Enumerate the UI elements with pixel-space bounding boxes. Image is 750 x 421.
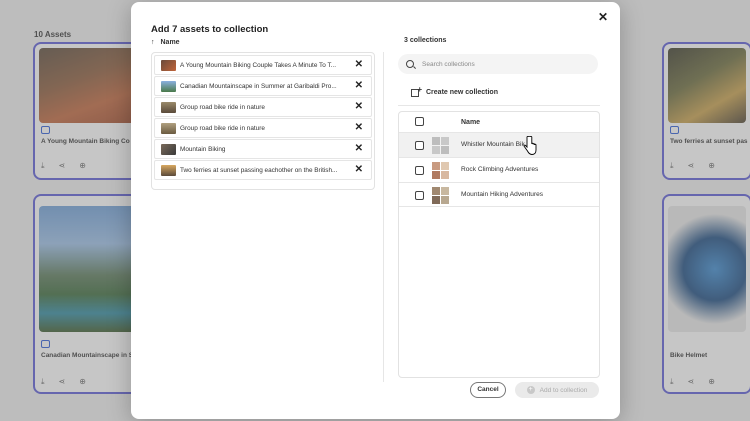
- search-icon: [406, 60, 414, 68]
- dialog-title: Add 7 assets to collection: [151, 24, 269, 35]
- add-to-collection-label: Add to collection: [539, 386, 588, 394]
- search-placeholder: Search collections: [422, 60, 475, 68]
- table-row[interactable]: Whistler Mountain Bik: [399, 132, 599, 157]
- remove-asset-icon[interactable]: ✕: [355, 122, 363, 133]
- select-all-checkbox[interactable]: [415, 117, 424, 126]
- add-to-collection-dialog: Add 7 assets to collection ✕ ↑ Name A You…: [131, 2, 620, 419]
- list-item: Two ferries at sunset passing eachother …: [154, 160, 372, 180]
- collection-name: Mountain Hiking Adventures: [461, 191, 544, 198]
- asset-list-header[interactable]: ↑ Name: [151, 39, 180, 46]
- create-new-collection-button[interactable]: Create new collection: [411, 85, 498, 97]
- add-to-collection-button[interactable]: + Add to collection: [515, 382, 599, 398]
- asset-thumbnail: [161, 59, 176, 71]
- new-collection-icon: [411, 85, 422, 97]
- section-divider: [398, 105, 600, 106]
- asset-name: Canadian Mountainscape in Summer at Gari…: [180, 82, 337, 90]
- remove-asset-icon[interactable]: ✕: [355, 80, 363, 91]
- row-checkbox[interactable]: [415, 191, 424, 200]
- search-collections-input[interactable]: Search collections: [398, 54, 598, 74]
- asset-thumbnail: [161, 101, 176, 113]
- name-column-header[interactable]: Name: [461, 119, 480, 126]
- asset-name: Group road bike ride in nature: [180, 124, 265, 132]
- collection-name: Whistler Mountain Bik: [461, 141, 525, 148]
- remove-asset-icon[interactable]: ✕: [355, 164, 363, 175]
- remove-asset-icon[interactable]: ✕: [355, 143, 363, 154]
- collections-table: Name Whistler Mountain Bik Rock Climbing…: [398, 111, 600, 378]
- collection-thumbnail: [432, 137, 449, 154]
- close-icon[interactable]: ✕: [596, 10, 610, 24]
- asset-thumbnail: [161, 80, 176, 92]
- table-row[interactable]: Mountain Hiking Adventures: [399, 182, 599, 207]
- list-item: Group road bike ride in nature ✕: [154, 97, 372, 117]
- list-item: Group road bike ride in nature ✕: [154, 118, 372, 138]
- row-checkbox[interactable]: [415, 141, 424, 150]
- table-row[interactable]: Rock Climbing Adventures: [399, 157, 599, 182]
- remove-asset-icon[interactable]: ✕: [355, 59, 363, 70]
- list-item: Canadian Mountainscape in Summer at Gari…: [154, 76, 372, 96]
- table-header: Name: [399, 112, 599, 132]
- hand-pointer-icon: [523, 136, 537, 155]
- cancel-button[interactable]: Cancel: [470, 382, 506, 398]
- asset-thumbnail: [161, 143, 176, 155]
- asset-thumbnail: [161, 164, 176, 176]
- remove-asset-icon[interactable]: ✕: [355, 101, 363, 112]
- panel-divider: [383, 52, 384, 382]
- add-circle-icon: +: [526, 386, 535, 394]
- asset-name: Group road bike ride in nature: [180, 103, 265, 111]
- collections-count: 3 collections: [404, 37, 447, 44]
- asset-list-header-label: Name: [160, 39, 180, 46]
- row-checkbox[interactable]: [415, 166, 424, 175]
- list-item: A Young Mountain Biking Couple Takes A M…: [154, 55, 372, 75]
- collection-thumbnail: [432, 187, 449, 204]
- asset-name: A Young Mountain Biking Couple Takes A M…: [180, 61, 336, 69]
- list-item: Mountain Biking ✕: [154, 139, 372, 159]
- asset-name: Mountain Biking: [180, 145, 226, 153]
- selected-assets-list: A Young Mountain Biking Couple Takes A M…: [151, 52, 375, 190]
- create-new-collection-label: Create new collection: [426, 89, 498, 96]
- asset-thumbnail: [161, 122, 176, 134]
- asset-name: Two ferries at sunset passing eachother …: [180, 166, 338, 174]
- sort-arrow-icon[interactable]: ↑: [151, 39, 155, 46]
- collection-thumbnail: [432, 162, 449, 179]
- collection-name: Rock Climbing Adventures: [461, 166, 539, 173]
